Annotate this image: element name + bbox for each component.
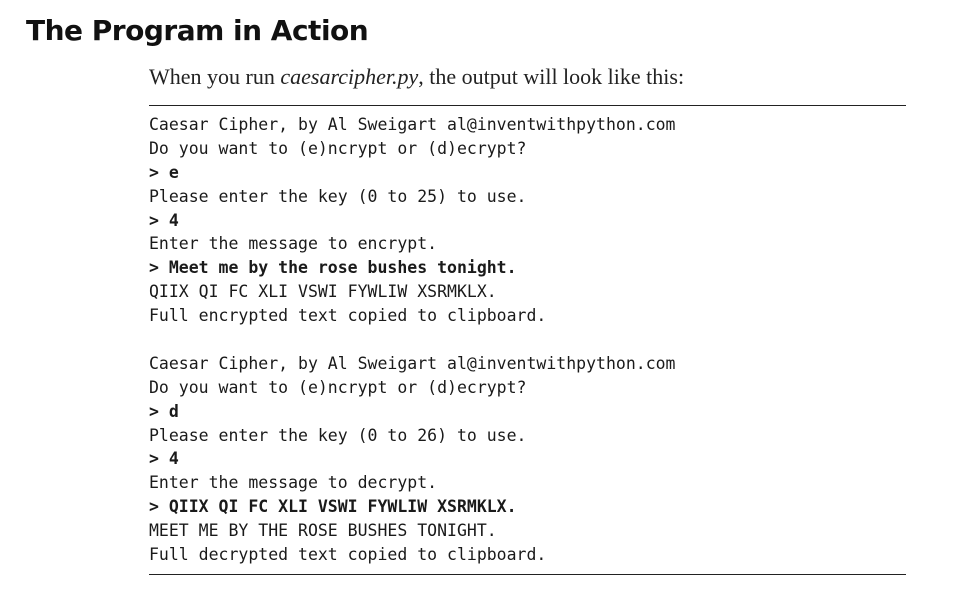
intro-text-before: When you run bbox=[149, 64, 281, 89]
output-line: Please enter the key (0 to 26) to use. bbox=[149, 425, 527, 445]
output-line: Full decrypted text copied to clipboard. bbox=[149, 545, 547, 565]
output-line: Enter the message to decrypt. bbox=[149, 473, 438, 493]
intro-text-after: , the output will look like this: bbox=[418, 64, 685, 89]
intro-filename: caesarcipher.py bbox=[280, 64, 419, 89]
output-line-user-input: > e bbox=[149, 162, 179, 182]
output-line: Enter the message to encrypt. bbox=[149, 234, 438, 254]
output-line: Do you want to (e)ncrypt or (d)ecrypt? bbox=[149, 138, 527, 158]
output-line: Caesar Cipher, by Al Sweigart al@inventw… bbox=[149, 115, 676, 134]
output-line-user-input: > d bbox=[149, 401, 179, 421]
bottom-rule bbox=[149, 574, 906, 575]
section-heading: The Program in Action bbox=[26, 14, 369, 47]
output-line-user-input: > 4 bbox=[149, 210, 179, 230]
output-line: Please enter the key (0 to 25) to use. bbox=[149, 186, 527, 206]
output-line: Caesar Cipher, by Al Sweigart al@inventw… bbox=[149, 353, 676, 373]
output-line-user-input: > Meet me by the rose bushes tonight. bbox=[149, 258, 517, 278]
output-line-blank bbox=[149, 328, 676, 352]
output-line-user-input: > QIIX QI FC XLI VSWI FYWLIW XSRMKLX. bbox=[149, 497, 517, 517]
output-line: QIIX QI FC XLI VSWI FYWLIW XSRMKLX. bbox=[149, 282, 497, 302]
program-output: Caesar Cipher, by Al Sweigart al@inventw… bbox=[149, 113, 676, 567]
output-line: Do you want to (e)ncrypt or (d)ecrypt? bbox=[149, 377, 527, 397]
top-rule bbox=[149, 105, 906, 106]
output-line-user-input: > 4 bbox=[149, 449, 179, 469]
output-line: MEET ME BY THE ROSE BUSHES TONIGHT. bbox=[149, 521, 497, 541]
output-line: Full encrypted text copied to clipboard. bbox=[149, 306, 547, 326]
intro-paragraph: When you run caesarcipher.py, the output… bbox=[149, 64, 684, 90]
